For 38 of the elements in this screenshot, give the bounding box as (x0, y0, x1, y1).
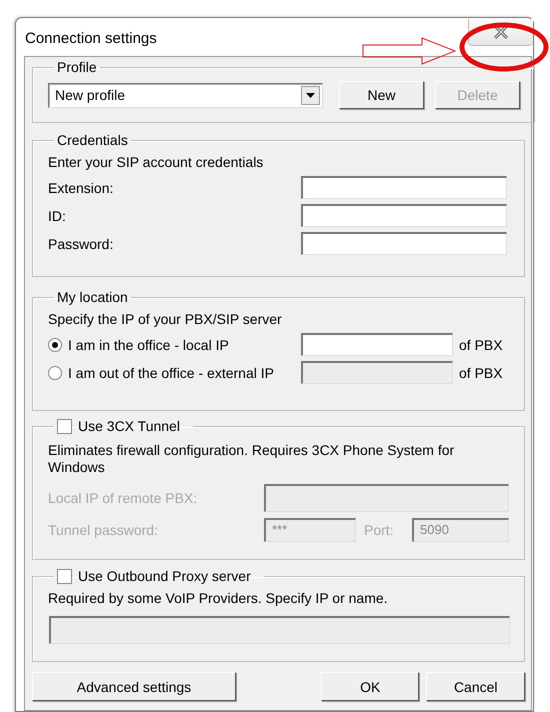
instruction-text: Enter your SIP account credentials (48, 154, 264, 171)
radio-label: I am in the office - local IP (68, 336, 229, 352)
field-label: Password: (48, 236, 114, 252)
description-text: Eliminates firewall configuration. Requires 3CX Phone System for Windows (48, 442, 456, 476)
radio-button[interactable] (48, 366, 62, 380)
caret-icon[interactable] (301, 86, 320, 104)
field-label: Port: (364, 522, 395, 538)
field-label: Local IP of remote PBX: (48, 490, 198, 506)
dialog-button[interactable]: OK (320, 672, 420, 701)
checkbox-label: Use 3CX Tunnel (78, 418, 180, 434)
description-text: Required by some VoIP Providers. Specify IP or name. (48, 590, 389, 607)
checkbox[interactable] (57, 568, 72, 584)
field-label: ID: (48, 208, 67, 224)
group-label: Credentials (57, 132, 128, 148)
field-suffix: of PBX (459, 336, 503, 352)
checkbox-label: Use Outbound Proxy server (78, 568, 251, 584)
close-icon (493, 24, 509, 38)
group-label: Profile (57, 59, 97, 75)
profile-dropdown[interactable]: New profile (48, 82, 323, 108)
group-label: My location (57, 289, 128, 305)
input-field[interactable] (49, 616, 510, 644)
input-field[interactable] (264, 484, 509, 512)
input-field[interactable] (301, 204, 507, 227)
dialog-button[interactable]: Advanced settings (32, 672, 236, 701)
checkbox[interactable] (57, 418, 72, 434)
input-field[interactable] (301, 176, 507, 199)
field-suffix: of PBX (459, 364, 503, 380)
input-field[interactable] (301, 333, 453, 356)
profile-button[interactable]: New (339, 81, 424, 109)
dialog-button[interactable]: Cancel (426, 672, 525, 701)
window-title: Connection settings (25, 30, 157, 46)
input-field[interactable] (301, 361, 453, 384)
radio-button[interactable] (48, 338, 62, 352)
instruction-text: Specify the IP of your PBX/SIP server (48, 311, 283, 328)
field-label: Extension: (48, 180, 114, 196)
field-label: Tunnel password: (48, 522, 159, 538)
radio-label: I am out of the office - external IP (68, 364, 274, 380)
input-field[interactable] (301, 232, 507, 255)
